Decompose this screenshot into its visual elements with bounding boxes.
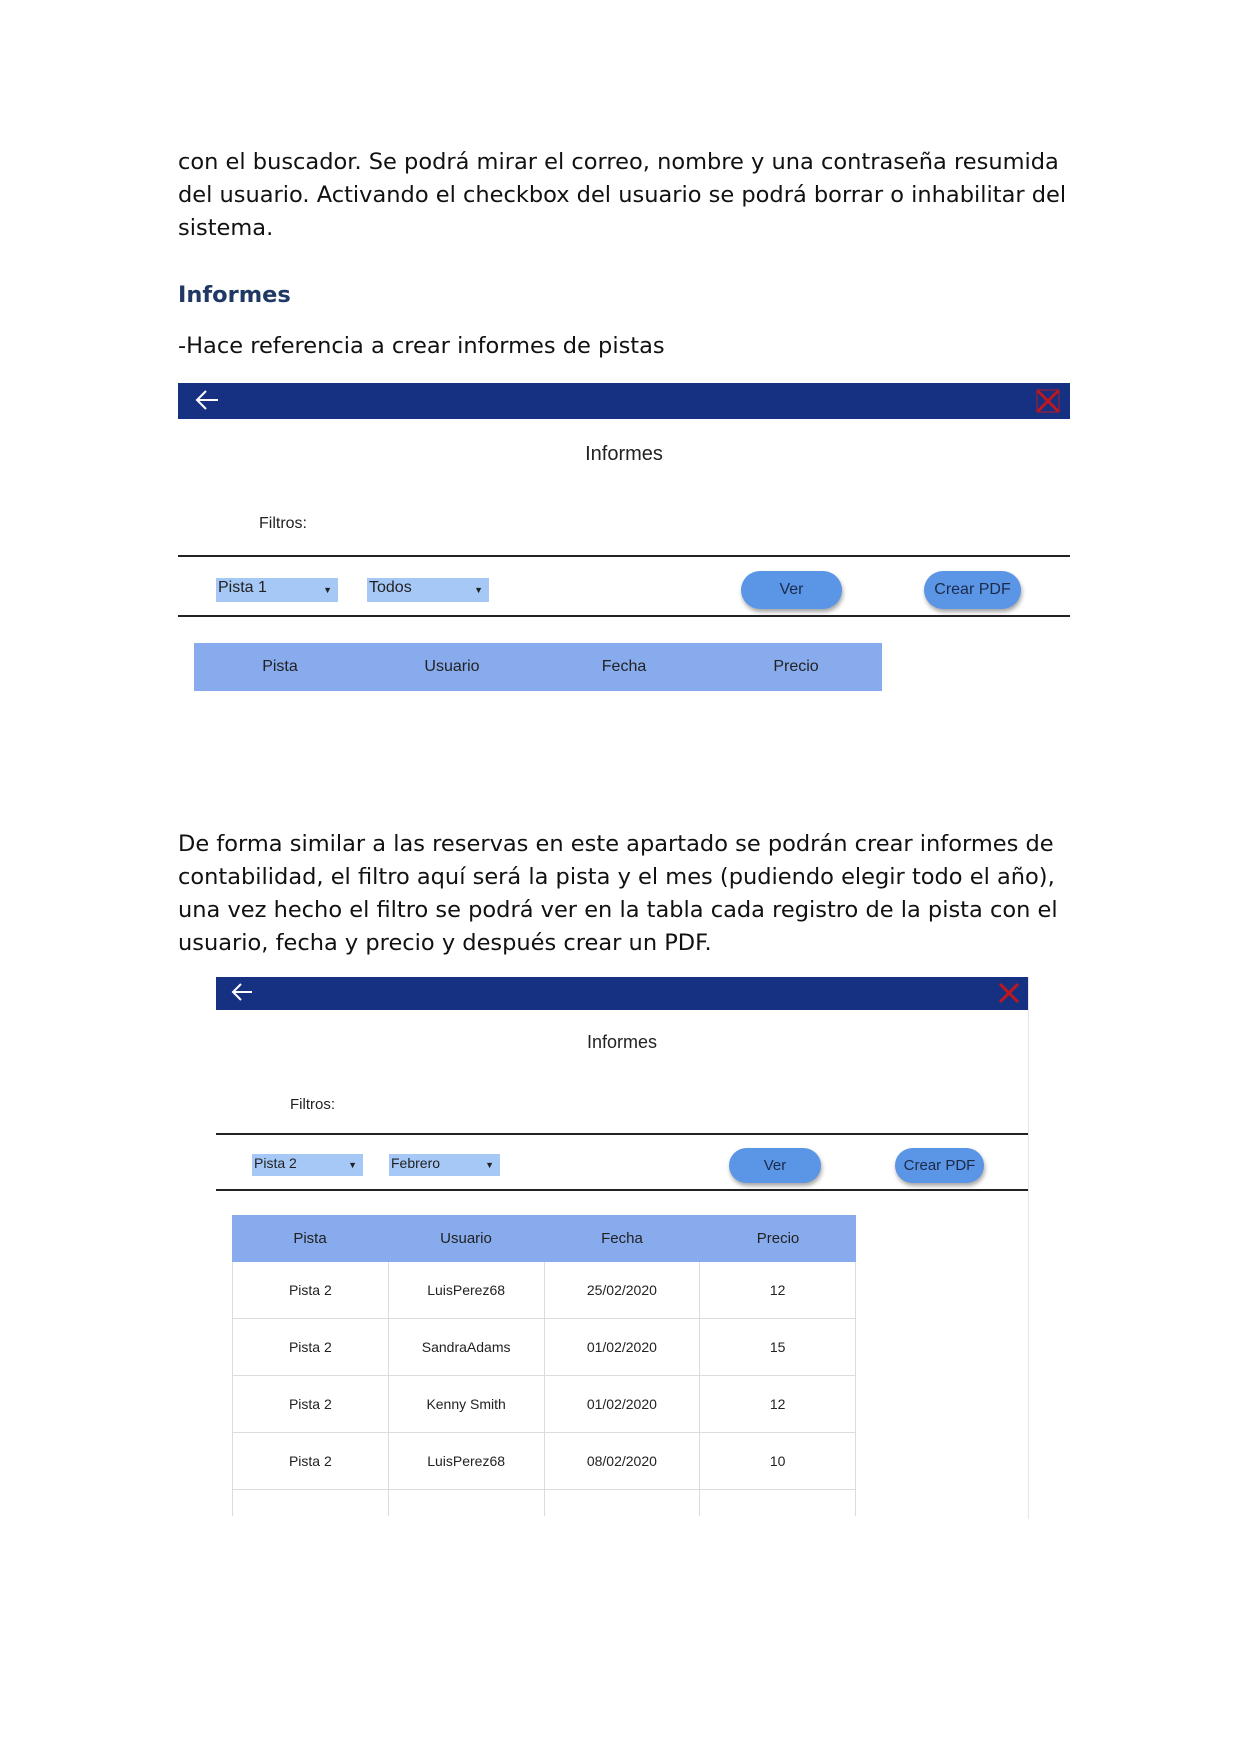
- empty-cell: [700, 1490, 856, 1516]
- cell-usuario: Kenny Smith: [389, 1376, 545, 1432]
- close-icon[interactable]: [1036, 389, 1060, 418]
- informes-mockup-2: Informes Filtros: Pista 2 ▼ Febrero ▼ Ve…: [216, 977, 1029, 1519]
- cell-usuario: LuisPerez68: [389, 1262, 545, 1318]
- ver-button[interactable]: Ver: [741, 571, 842, 609]
- top-bar: [216, 977, 1028, 1010]
- top-bar: [178, 383, 1070, 419]
- cell-usuario: SandraAdams: [389, 1319, 545, 1375]
- column-header-fecha: Fecha: [601, 1230, 643, 1247]
- column-header-pista: Pista: [262, 658, 298, 675]
- cell-precio: 12: [700, 1262, 856, 1318]
- table-row-empty: [232, 1490, 856, 1516]
- table-header: Pista Usuario Fecha Precio: [232, 1215, 856, 1262]
- crear-pdf-button[interactable]: Crear PDF: [895, 1148, 984, 1183]
- divider: [216, 1189, 1028, 1191]
- cell-precio: 15: [700, 1319, 856, 1375]
- pista-select-value: Pista 2: [254, 1155, 297, 1171]
- pista-select[interactable]: Pista 1 ▼: [216, 578, 338, 602]
- table-row[interactable]: Pista 2 Kenny Smith 01/02/2020 12: [232, 1376, 856, 1433]
- cell-fecha: 01/02/2020: [545, 1376, 701, 1432]
- section-heading: Informes: [178, 282, 291, 308]
- column-header-pista: Pista: [293, 1230, 327, 1247]
- section-subtext: -Hace referencia a crear informes de pis…: [178, 333, 665, 359]
- empty-cell: [389, 1490, 545, 1516]
- close-icon[interactable]: [998, 982, 1020, 1009]
- table-row[interactable]: Pista 2 LuisPerez68 08/02/2020 10: [232, 1433, 856, 1490]
- pista-select-value: Pista 1: [218, 579, 267, 596]
- column-header-usuario: Usuario: [440, 1230, 492, 1247]
- table-row[interactable]: Pista 2 LuisPerez68 25/02/2020 12: [232, 1262, 856, 1319]
- divider: [216, 1133, 1028, 1135]
- table-body: Pista 2 LuisPerez68 25/02/2020 12 Pista …: [232, 1262, 856, 1516]
- filters-label: Filtros:: [259, 515, 307, 532]
- empty-cell: [545, 1490, 701, 1516]
- chevron-down-icon: ▼: [474, 585, 483, 595]
- cell-usuario: LuisPerez68: [389, 1433, 545, 1489]
- cell-fecha: 01/02/2020: [545, 1319, 701, 1375]
- cell-pista: Pista 2: [232, 1262, 389, 1318]
- column-header-precio: Precio: [756, 1230, 800, 1247]
- cell-precio: 10: [700, 1433, 856, 1489]
- cell-fecha: 25/02/2020: [545, 1262, 701, 1318]
- page-title: Informes: [586, 1032, 658, 1052]
- intro-paragraph: con el buscador. Se podrá mirar el corre…: [178, 149, 1067, 241]
- mes-select[interactable]: Febrero ▼: [389, 1154, 500, 1176]
- chevron-down-icon: ▼: [485, 1160, 494, 1170]
- mes-select[interactable]: Todos ▼: [367, 578, 489, 602]
- chevron-down-icon: ▼: [323, 585, 332, 595]
- empty-cell: [232, 1490, 389, 1516]
- arrow-left-icon[interactable]: [194, 388, 220, 417]
- cell-pista: Pista 2: [232, 1376, 389, 1432]
- cell-fecha: 08/02/2020: [545, 1433, 701, 1489]
- column-header-precio: Precio: [773, 658, 819, 675]
- mes-select-value: Todos: [369, 579, 412, 596]
- divider: [178, 615, 1070, 617]
- column-header-fecha: Fecha: [601, 658, 647, 675]
- cell-precio: 12: [700, 1376, 856, 1432]
- cell-pista: Pista 2: [232, 1433, 389, 1489]
- crear-pdf-button[interactable]: Crear PDF: [924, 571, 1021, 609]
- page-title: Informes: [585, 443, 663, 465]
- chevron-down-icon: ▼: [348, 1160, 357, 1170]
- column-header-usuario: Usuario: [424, 658, 480, 675]
- pista-select[interactable]: Pista 2 ▼: [252, 1154, 363, 1176]
- filters-label: Filtros:: [290, 1096, 335, 1113]
- table-row[interactable]: Pista 2 SandraAdams 01/02/2020 15: [232, 1319, 856, 1376]
- description-paragraph: De forma similar a las reservas en este …: [178, 831, 1058, 956]
- arrow-left-icon[interactable]: [230, 981, 254, 1008]
- divider: [178, 555, 1070, 557]
- informes-mockup-1: Informes Filtros: Pista 1 ▼ Todos ▼ Ver …: [178, 383, 1070, 693]
- mes-select-value: Febrero: [391, 1155, 441, 1171]
- cell-pista: Pista 2: [232, 1319, 389, 1375]
- table-header: Pista Usuario Fecha Precio: [194, 643, 882, 691]
- ver-button[interactable]: Ver: [729, 1148, 821, 1183]
